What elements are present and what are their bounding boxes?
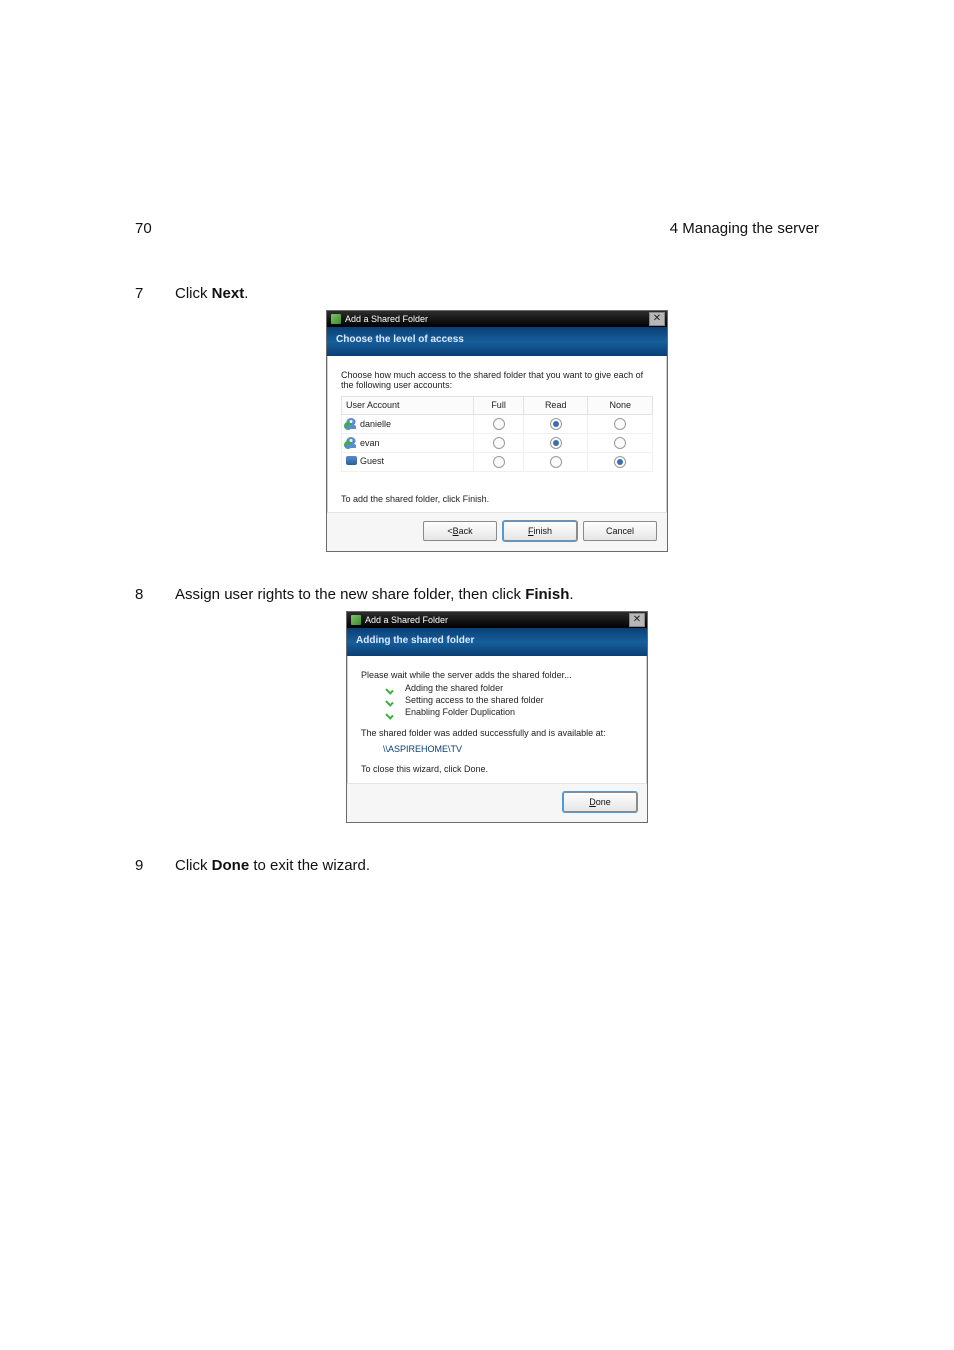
window-title: Add a Shared Folder xyxy=(365,615,448,625)
step-suffix: . xyxy=(569,586,573,603)
steps-list: 7 Click Next. Add a Shared Folder ✕ Choo… xyxy=(135,285,819,874)
dialog-banner: Adding the shared folder xyxy=(347,628,647,657)
item-label: Adding the shared folder xyxy=(405,683,503,693)
step-number: 9 xyxy=(135,857,153,874)
col-read: Read xyxy=(523,397,588,414)
dialog-body: Choose how much access to the shared fol… xyxy=(327,356,667,512)
radio-none[interactable] xyxy=(588,452,653,471)
finish-button[interactable]: Finish xyxy=(503,521,577,541)
cancel-button[interactable]: Cancel xyxy=(583,521,657,541)
col-user: User Account xyxy=(342,397,474,414)
step-text: Click Done to exit the wizard. xyxy=(175,857,370,874)
list-item: Setting access to the shared folder xyxy=(387,695,633,705)
radio-read[interactable] xyxy=(523,452,588,471)
dialog-adding-folder: Add a Shared Folder ✕ Adding the shared … xyxy=(346,611,648,823)
step-7: 7 Click Next. Add a Shared Folder ✕ Choo… xyxy=(135,285,819,574)
user-name: danielle xyxy=(360,419,391,429)
step-body: Click Done to exit the wizard. xyxy=(175,857,819,874)
manual-page: 70 4 Managing the server 7 Click Next. A… xyxy=(0,0,954,1350)
step-text: Click Next. xyxy=(175,285,248,302)
check-icon xyxy=(387,708,397,718)
col-none: None xyxy=(588,397,653,414)
list-item: Adding the shared folder xyxy=(387,683,633,693)
step-text: Assign user rights to the new share fold… xyxy=(175,586,574,603)
step-body: Click Next. Add a Shared Folder ✕ Choose… xyxy=(175,285,819,574)
item-label: Setting access to the shared folder xyxy=(405,695,544,705)
close-icon[interactable]: ✕ xyxy=(649,312,665,326)
col-full: Full xyxy=(474,397,524,414)
window-title: Add a Shared Folder xyxy=(345,314,428,324)
step-keyword: Finish xyxy=(525,586,569,603)
permissions-table: User Account Full Read None danielle xyxy=(341,396,653,471)
radio-full[interactable] xyxy=(474,452,524,471)
window-title-wrap: Add a Shared Folder xyxy=(331,314,428,324)
step-prefix: Assign user rights to the new share fold… xyxy=(175,586,525,603)
dialog-choose-access: Add a Shared Folder ✕ Choose the level o… xyxy=(326,310,668,552)
page-header: 70 4 Managing the server xyxy=(135,220,819,237)
close-hint: To close this wizard, click Done. xyxy=(361,764,633,774)
dialog-banner: Choose the level of access xyxy=(327,327,667,356)
step-9: 9 Click Done to exit the wizard. xyxy=(135,857,819,874)
step-prefix: Click xyxy=(175,857,212,874)
window-icon xyxy=(331,314,341,324)
guest-icon xyxy=(346,456,357,465)
instruction-text: Choose how much access to the shared fol… xyxy=(341,370,653,391)
success-text: The shared folder was added successfully… xyxy=(361,728,633,738)
close-icon[interactable]: ✕ xyxy=(629,613,645,627)
list-item: Enabling Folder Duplication xyxy=(387,707,633,717)
radio-none[interactable] xyxy=(588,433,653,452)
progress-checklist: Adding the shared folder Setting access … xyxy=(361,683,633,718)
button-bar: Done xyxy=(347,783,647,822)
step-suffix: to exit the wizard. xyxy=(249,857,370,874)
window-title-wrap: Add a Shared Folder xyxy=(351,615,448,625)
perm-row: Guest xyxy=(342,452,653,471)
back-button[interactable]: < Back xyxy=(423,521,497,541)
step-number: 7 xyxy=(135,285,153,574)
step-number: 8 xyxy=(135,586,153,845)
user-cell: Guest xyxy=(342,452,474,471)
step-8: 8 Assign user rights to the new share fo… xyxy=(135,586,819,845)
step-keyword: Done xyxy=(212,857,250,874)
radio-read[interactable] xyxy=(523,414,588,433)
radio-full[interactable] xyxy=(474,414,524,433)
radio-read[interactable] xyxy=(523,433,588,452)
page-number: 70 xyxy=(135,220,152,237)
radio-none[interactable] xyxy=(588,414,653,433)
titlebar: Add a Shared Folder ✕ xyxy=(327,311,667,327)
perm-row: evan xyxy=(342,433,653,452)
user-name: evan xyxy=(360,438,380,448)
check-icon xyxy=(387,683,397,693)
dialog-body: Please wait while the server adds the sh… xyxy=(347,656,647,782)
user-icon xyxy=(346,418,356,428)
share-path: \\ASPIREHOME\TV xyxy=(383,744,633,754)
button-bar: < Back Finish Cancel xyxy=(327,512,667,551)
dialog-hint: To add the shared folder, click Finish. xyxy=(341,494,653,504)
chapter-title: 4 Managing the server xyxy=(670,220,819,237)
step-prefix: Click xyxy=(175,285,212,302)
item-label: Enabling Folder Duplication xyxy=(405,707,515,717)
perm-row: danielle xyxy=(342,414,653,433)
user-name: Guest xyxy=(360,456,384,466)
window-icon xyxy=(351,615,361,625)
user-icon xyxy=(346,437,356,447)
step-keyword: Next xyxy=(212,285,245,302)
user-cell: evan xyxy=(342,433,474,452)
step-suffix: . xyxy=(244,285,248,302)
radio-full[interactable] xyxy=(474,433,524,452)
instruction-text: Please wait while the server adds the sh… xyxy=(361,670,633,680)
done-button[interactable]: Done xyxy=(563,792,637,812)
user-cell: danielle xyxy=(342,414,474,433)
check-icon xyxy=(387,695,397,705)
titlebar: Add a Shared Folder ✕ xyxy=(347,612,647,628)
step-body: Assign user rights to the new share fold… xyxy=(175,586,819,845)
